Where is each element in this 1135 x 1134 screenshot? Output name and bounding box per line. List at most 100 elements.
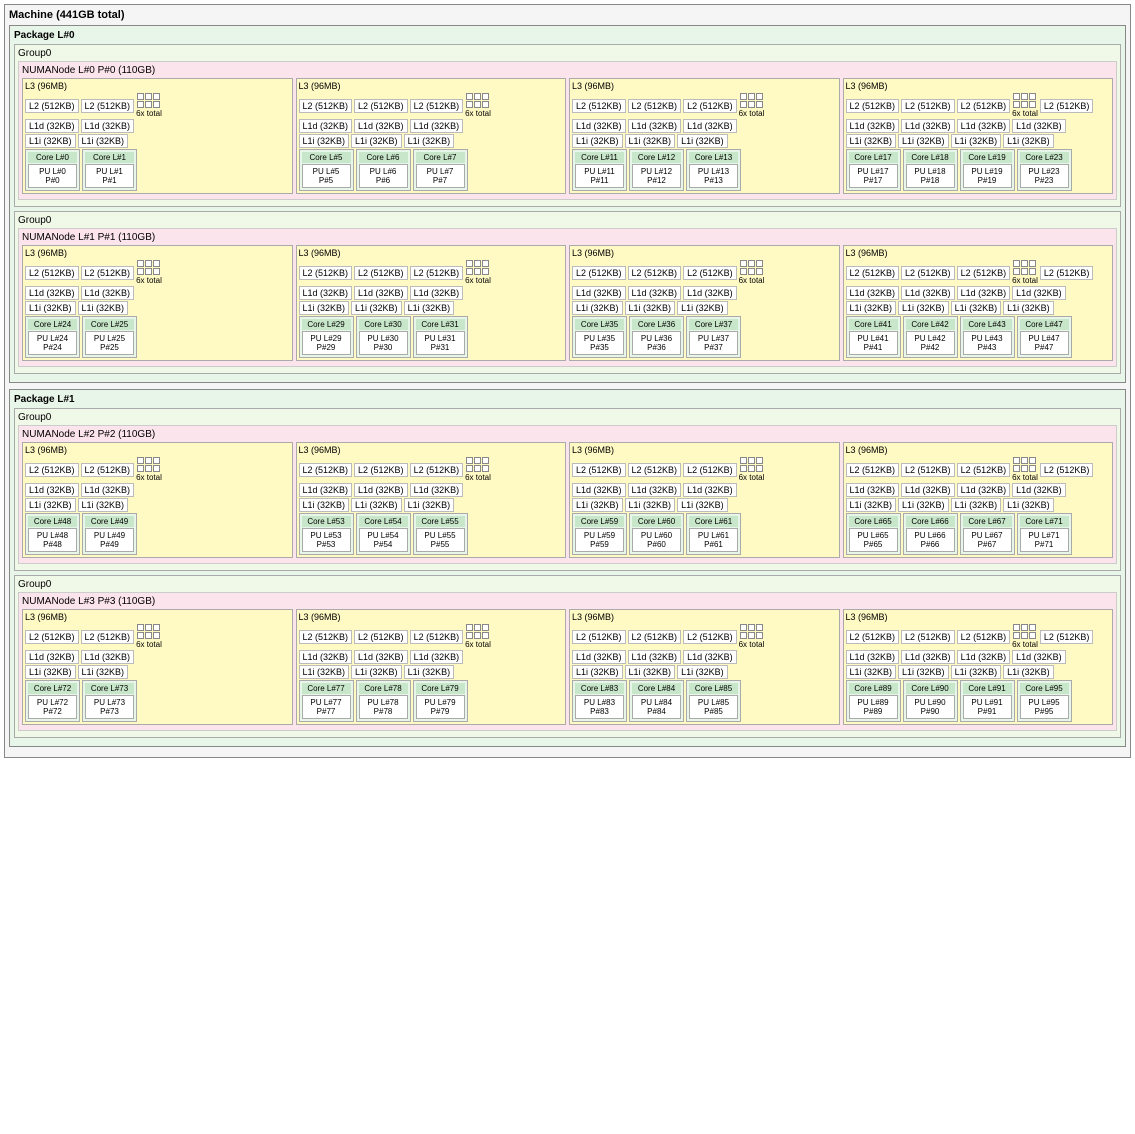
l1d-3-3-1: L1d (32KB): [901, 650, 955, 664]
pu-59-line2: P#59: [578, 540, 621, 549]
sq: [740, 268, 747, 275]
pu-77: PU L#77 P#77: [302, 695, 351, 719]
l2-2-2-0: L2 (512KB): [572, 463, 626, 477]
pu-89: PU L#89 P#89: [849, 695, 898, 719]
sq: [1029, 457, 1036, 464]
l1i-2-2-2: L1i (32KB): [677, 498, 728, 512]
pu-5: PU L#5 P#5: [302, 164, 351, 188]
core-48: Core L#48 PU L#48 P#48: [25, 513, 80, 555]
pu-60-line2: P#60: [635, 540, 678, 549]
sq: [1021, 624, 1028, 631]
six-total-3-2: 6x total: [739, 624, 765, 649]
sq: [756, 268, 763, 275]
sq: [153, 260, 160, 267]
pu-71-line2: P#71: [1023, 540, 1066, 549]
l3-3-0: L3 (96MB) L2 (512KB) L2 (512KB): [22, 609, 293, 725]
six-squares-1-2: [740, 260, 763, 275]
pu-6-line1: PU L#6: [362, 167, 405, 176]
core-71: Core L#71 PU L#71 P#71: [1017, 513, 1072, 555]
core-18-label: Core L#18: [906, 152, 955, 163]
pu-12-line2: P#12: [635, 176, 678, 185]
l1i-1-2-1: L1i (32KB): [625, 301, 676, 315]
pu-36-line1: PU L#36: [635, 334, 678, 343]
group-1-1: Group0 NUMANode L#3 P#3 (110GB) L3 (96MB…: [14, 575, 1121, 738]
core-12: Core L#12 PU L#12 P#12: [629, 149, 684, 191]
pu-83-line1: PU L#83: [578, 698, 621, 707]
l1d-2-1-0: L1d (32KB): [299, 483, 353, 497]
pu-85-line2: P#85: [692, 707, 735, 716]
pu-37: PU L#37 P#37: [689, 331, 738, 355]
l3-row-1: L3 (96MB) L2 (512KB) L2 (512KB): [22, 245, 1113, 361]
six-squares-1-1: [466, 260, 489, 275]
six-total-3-3: 6x total: [1012, 624, 1038, 649]
l1d-1-2-1: L1d (32KB): [628, 286, 682, 300]
core-31: Core L#31 PU L#31 P#31: [413, 316, 468, 358]
l2-2-3-3: L2 (512KB): [1040, 463, 1094, 477]
l1d-row-0-1: L1d (32KB) L1d (32KB) L1d (32KB): [299, 119, 564, 133]
l1i-2-1-0: L1i (32KB): [299, 498, 350, 512]
l3-2-2: L3 (96MB) L2 (512KB) L2 (512KB) L2 (512K…: [569, 442, 840, 558]
pu-41: PU L#41 P#41: [849, 331, 898, 355]
pu-53-line1: PU L#53: [305, 531, 348, 540]
l2-2-1-1: L2 (512KB): [354, 463, 408, 477]
l2-row-2-1: L2 (512KB) L2 (512KB) L2 (512KB): [299, 457, 564, 482]
l1i-row-2-0: L1i (32KB) L1i (32KB): [25, 498, 290, 512]
l1d-2-1-1: L1d (32KB): [354, 483, 408, 497]
sq: [474, 465, 481, 472]
sq: [756, 632, 763, 639]
pu-6: PU L#6 P#6: [359, 164, 408, 188]
six-squares-3-1: [466, 624, 489, 639]
core-17-label: Core L#17: [849, 152, 898, 163]
pu-30: PU L#30 P#30: [359, 331, 408, 355]
core-55-label: Core L#55: [416, 516, 465, 527]
l1i-3-3-1: L1i (32KB): [898, 665, 949, 679]
core-89-label: Core L#89: [849, 683, 898, 694]
l1i-2-3-3: L1i (32KB): [1003, 498, 1054, 512]
pu-25-line2: P#25: [88, 343, 131, 352]
l2-2-2-2: L2 (512KB): [683, 463, 737, 477]
l1i-0-3-0: L1i (32KB): [846, 134, 897, 148]
core-61-label: Core L#61: [689, 516, 738, 527]
sq: [137, 268, 144, 275]
core-77-label: Core L#77: [302, 683, 351, 694]
l2-row-2-0: L2 (512KB) L2 (512KB): [25, 457, 290, 482]
package-0: Package L#0 Group0 NUMANode L#0 P#0 (110…: [9, 25, 1126, 383]
l1i-3-2-1: L1i (32KB): [625, 665, 676, 679]
l2-0-2-2: L2 (512KB): [683, 99, 737, 113]
pu-65-line1: PU L#65: [852, 531, 895, 540]
core-66-label: Core L#66: [906, 516, 955, 527]
six-total-0-3: 6x total: [1012, 93, 1038, 118]
l1d-0-2-0: L1d (32KB): [572, 119, 626, 133]
six-total-2-3: 6x total: [1012, 457, 1038, 482]
l1d-1-1-1: L1d (32KB): [354, 286, 408, 300]
pu-77-line1: PU L#77: [305, 698, 348, 707]
machine-title: Machine (441GB total): [9, 9, 1126, 21]
core-55: Core L#55 PU L#55 P#55: [413, 513, 468, 555]
six-total-label-3-2: 6x total: [739, 640, 765, 649]
core-91-label: Core L#91: [963, 683, 1012, 694]
core-71-label: Core L#71: [1020, 516, 1069, 527]
sq: [145, 624, 152, 631]
core-29-label: Core L#29: [302, 319, 351, 330]
l1d-0-0-1: L1d (32KB): [81, 119, 135, 133]
pu-1-line2: P#1: [88, 176, 131, 185]
numa-0-0-label: NUMANode L#0 P#0 (110GB): [22, 65, 1113, 76]
sq: [466, 260, 473, 267]
l2-2-0-1: L2 (512KB): [81, 463, 135, 477]
core-65-label: Core L#65: [849, 516, 898, 527]
l1i-0-1-0: L1i (32KB): [299, 134, 350, 148]
six-total-1-2: 6x total: [739, 260, 765, 285]
core-73-label: Core L#73: [85, 683, 134, 694]
l1d-3-3-3: L1d (32KB): [1012, 650, 1066, 664]
pu-29: PU L#29 P#29: [302, 331, 351, 355]
pu-17-line1: PU L#17: [852, 167, 895, 176]
six-squares-3-3: [1013, 624, 1036, 639]
pu-35-line1: PU L#35: [578, 334, 621, 343]
sq: [756, 457, 763, 464]
core-1: Core L#1 PU L#1 P#1: [82, 149, 137, 191]
sq: [756, 465, 763, 472]
l2-row-2-3: L2 (512KB) L2 (512KB) L2 (512KB): [846, 457, 1111, 482]
pu-71: PU L#71 P#71: [1020, 528, 1069, 552]
group-0-0: Group0 NUMANode L#0 P#0 (110GB) L3 (96MB…: [14, 44, 1121, 207]
core-78: Core L#78 PU L#78 P#78: [356, 680, 411, 722]
